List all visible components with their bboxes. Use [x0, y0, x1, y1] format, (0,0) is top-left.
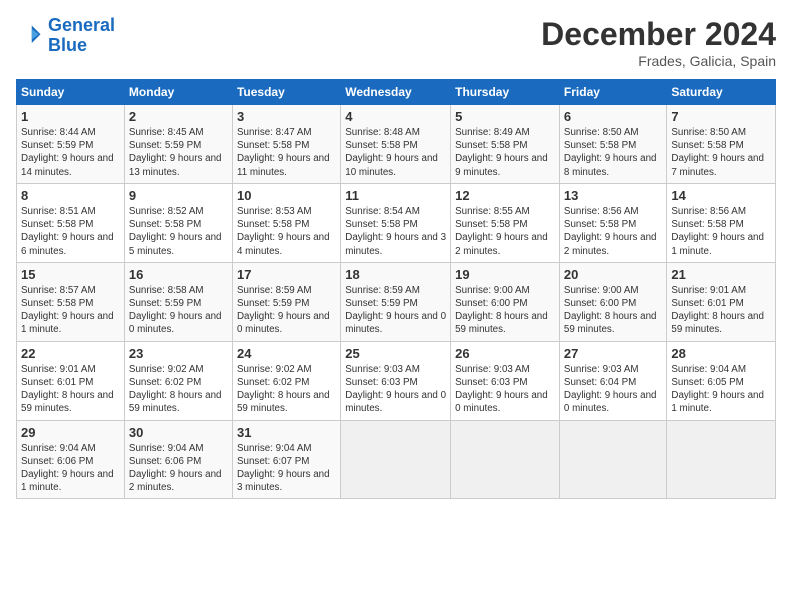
table-row [559, 420, 666, 499]
table-row [667, 420, 776, 499]
table-row: 24Sunrise: 9:02 AMSunset: 6:02 PMDayligh… [232, 341, 340, 420]
table-row: 22Sunrise: 9:01 AMSunset: 6:01 PMDayligh… [17, 341, 125, 420]
table-row: 4Sunrise: 8:48 AMSunset: 5:58 PMDaylight… [341, 105, 451, 184]
table-row: 27Sunrise: 9:03 AMSunset: 6:04 PMDayligh… [559, 341, 666, 420]
table-row: 14Sunrise: 8:56 AMSunset: 5:58 PMDayligh… [667, 183, 776, 262]
calendar-week-row: 29Sunrise: 9:04 AMSunset: 6:06 PMDayligh… [17, 420, 776, 499]
calendar-week-row: 1Sunrise: 8:44 AMSunset: 5:59 PMDaylight… [17, 105, 776, 184]
location: Frades, Galicia, Spain [541, 53, 776, 69]
table-row: 30Sunrise: 9:04 AMSunset: 6:06 PMDayligh… [124, 420, 232, 499]
table-row: 17Sunrise: 8:59 AMSunset: 5:59 PMDayligh… [232, 262, 340, 341]
header-wednesday: Wednesday [341, 80, 451, 105]
table-row: 10Sunrise: 8:53 AMSunset: 5:58 PMDayligh… [232, 183, 340, 262]
table-row: 23Sunrise: 9:02 AMSunset: 6:02 PMDayligh… [124, 341, 232, 420]
logo-line2: Blue [48, 35, 87, 55]
logo-text: General Blue [48, 16, 115, 56]
table-row: 19Sunrise: 9:00 AMSunset: 6:00 PMDayligh… [451, 262, 560, 341]
calendar-week-row: 8Sunrise: 8:51 AMSunset: 5:58 PMDaylight… [17, 183, 776, 262]
table-row: 26Sunrise: 9:03 AMSunset: 6:03 PMDayligh… [451, 341, 560, 420]
table-row: 18Sunrise: 8:59 AMSunset: 5:59 PMDayligh… [341, 262, 451, 341]
table-row: 12Sunrise: 8:55 AMSunset: 5:58 PMDayligh… [451, 183, 560, 262]
header-tuesday: Tuesday [232, 80, 340, 105]
calendar-week-row: 22Sunrise: 9:01 AMSunset: 6:01 PMDayligh… [17, 341, 776, 420]
calendar-table: Sunday Monday Tuesday Wednesday Thursday… [16, 79, 776, 499]
table-row: 28Sunrise: 9:04 AMSunset: 6:05 PMDayligh… [667, 341, 776, 420]
table-row: 20Sunrise: 9:00 AMSunset: 6:00 PMDayligh… [559, 262, 666, 341]
month-title: December 2024 [541, 16, 776, 53]
header-friday: Friday [559, 80, 666, 105]
calendar-header-row: Sunday Monday Tuesday Wednesday Thursday… [17, 80, 776, 105]
logo-icon [16, 22, 44, 50]
table-row: 13Sunrise: 8:56 AMSunset: 5:58 PMDayligh… [559, 183, 666, 262]
header-sunday: Sunday [17, 80, 125, 105]
header-monday: Monday [124, 80, 232, 105]
table-row: 8Sunrise: 8:51 AMSunset: 5:58 PMDaylight… [17, 183, 125, 262]
table-row: 3Sunrise: 8:47 AMSunset: 5:58 PMDaylight… [232, 105, 340, 184]
table-row: 7Sunrise: 8:50 AMSunset: 5:58 PMDaylight… [667, 105, 776, 184]
header-thursday: Thursday [451, 80, 560, 105]
table-row: 11Sunrise: 8:54 AMSunset: 5:58 PMDayligh… [341, 183, 451, 262]
table-row: 5Sunrise: 8:49 AMSunset: 5:58 PMDaylight… [451, 105, 560, 184]
page-container: General Blue December 2024 Frades, Galic… [0, 0, 792, 509]
logo-line1: General [48, 15, 115, 35]
table-row: 6Sunrise: 8:50 AMSunset: 5:58 PMDaylight… [559, 105, 666, 184]
table-row: 9Sunrise: 8:52 AMSunset: 5:58 PMDaylight… [124, 183, 232, 262]
table-row: 16Sunrise: 8:58 AMSunset: 5:59 PMDayligh… [124, 262, 232, 341]
table-row: 31Sunrise: 9:04 AMSunset: 6:07 PMDayligh… [232, 420, 340, 499]
table-row: 25Sunrise: 9:03 AMSunset: 6:03 PMDayligh… [341, 341, 451, 420]
header-saturday: Saturday [667, 80, 776, 105]
page-header: General Blue December 2024 Frades, Galic… [16, 16, 776, 69]
calendar-week-row: 15Sunrise: 8:57 AMSunset: 5:58 PMDayligh… [17, 262, 776, 341]
table-row: 15Sunrise: 8:57 AMSunset: 5:58 PMDayligh… [17, 262, 125, 341]
table-row [341, 420, 451, 499]
table-row: 29Sunrise: 9:04 AMSunset: 6:06 PMDayligh… [17, 420, 125, 499]
logo: General Blue [16, 16, 115, 56]
table-row: 1Sunrise: 8:44 AMSunset: 5:59 PMDaylight… [17, 105, 125, 184]
table-row: 21Sunrise: 9:01 AMSunset: 6:01 PMDayligh… [667, 262, 776, 341]
title-block: December 2024 Frades, Galicia, Spain [541, 16, 776, 69]
table-row [451, 420, 560, 499]
table-row: 2Sunrise: 8:45 AMSunset: 5:59 PMDaylight… [124, 105, 232, 184]
